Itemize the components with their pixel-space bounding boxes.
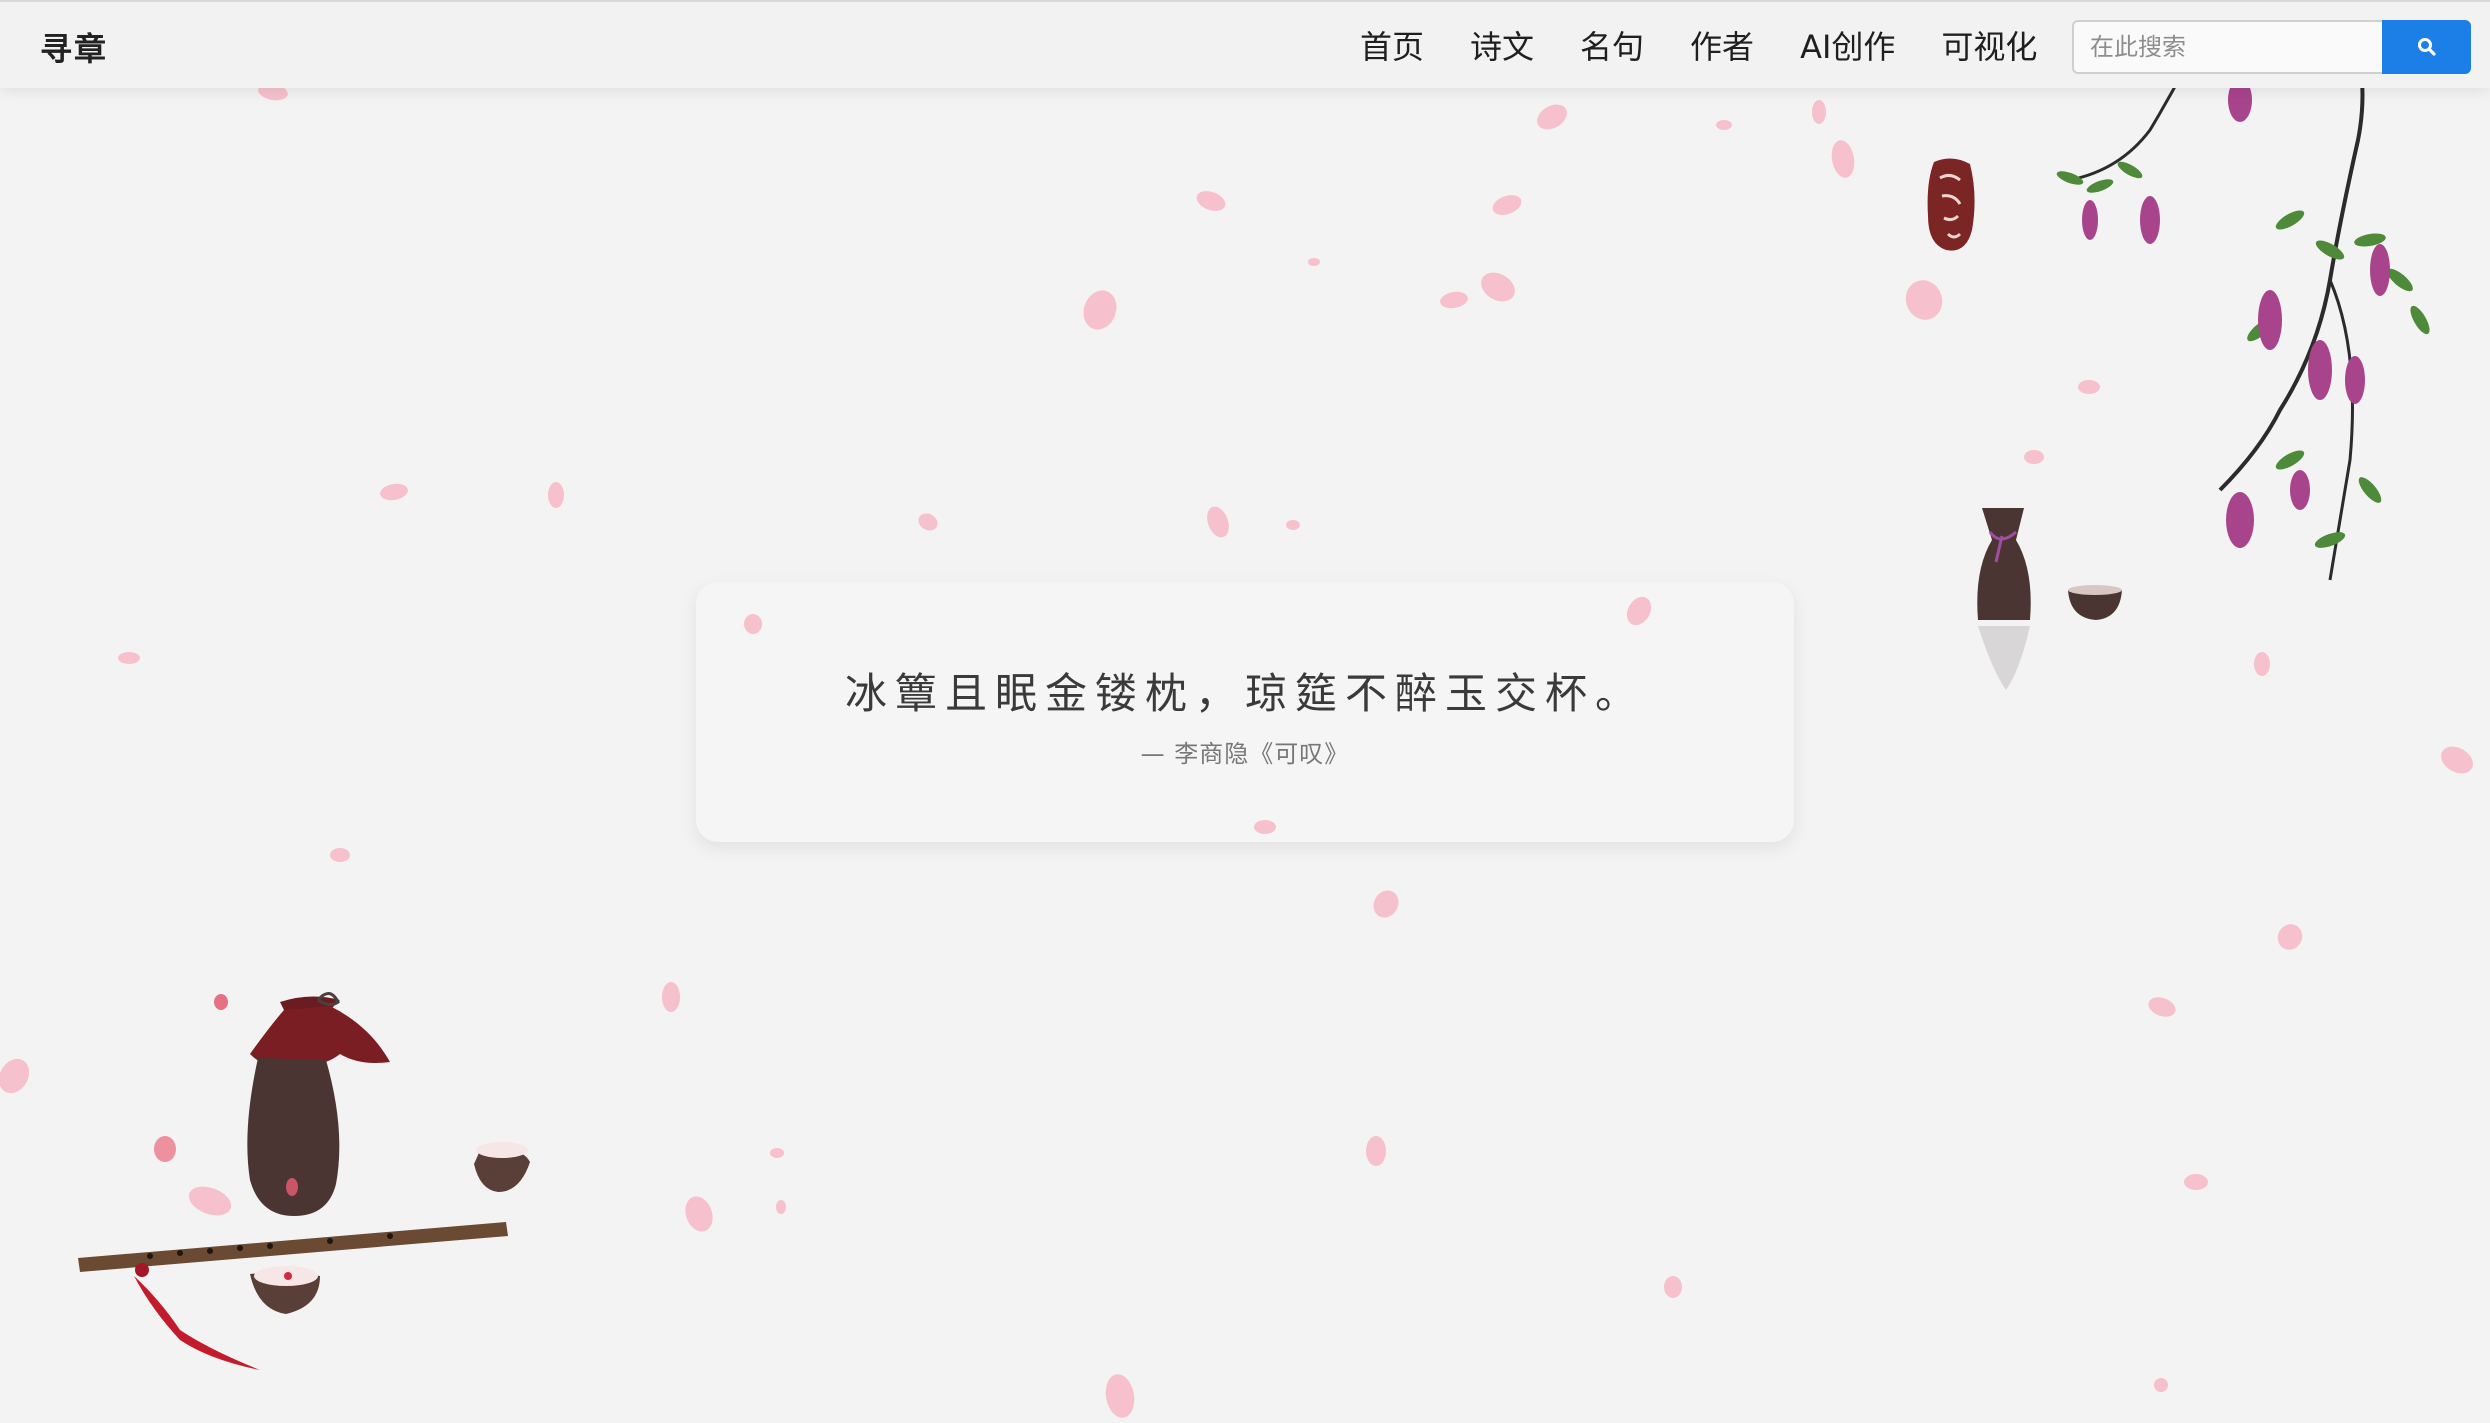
petal-decoration	[1664, 1276, 1682, 1298]
petal-decoration	[1368, 885, 1404, 923]
nav-item-poems[interactable]: 诗文	[1470, 22, 1534, 72]
petal-decoration	[378, 481, 410, 503]
red-seal-stamp-icon	[1927, 158, 1975, 251]
petal-decoration	[776, 1200, 786, 1214]
petal-decoration	[2024, 450, 2044, 464]
petal-decoration	[1438, 289, 1470, 311]
nav-menu: 首页 诗文 名句 作者 AI创作 可视化	[1360, 22, 2083, 72]
search-input[interactable]	[2072, 20, 2382, 74]
petal-decoration	[2145, 993, 2179, 1021]
petal-decoration	[2078, 380, 2100, 394]
search-button[interactable]	[2382, 20, 2471, 74]
search-bar	[2072, 20, 2471, 74]
petal-decoration	[2436, 741, 2478, 779]
petal-decoration	[0, 1053, 36, 1099]
petal-decoration	[1475, 266, 1521, 308]
quote-text[interactable]: 冰簟且眠金镂枕，琼筵不醉玉交杯。	[696, 660, 1794, 721]
petal-decoration	[1203, 503, 1233, 541]
petal-decoration	[118, 652, 140, 664]
petal-decoration	[286, 1178, 298, 1196]
nav-item-authors[interactable]: 作者	[1690, 22, 1754, 72]
petal-decoration	[154, 1136, 176, 1162]
nav-item-home[interactable]: 首页	[1360, 22, 1424, 72]
petal-decoration	[330, 848, 350, 862]
petal-decoration	[1254, 820, 1276, 834]
petal-decoration	[1102, 1371, 1138, 1421]
petal-decoration	[2254, 652, 2270, 676]
petal-decoration	[1900, 275, 1948, 325]
nav-item-famous-lines[interactable]: 名句	[1580, 22, 1644, 72]
petal-decoration	[2273, 919, 2307, 955]
petal-decoration	[744, 614, 762, 634]
petal-decoration	[1828, 138, 1858, 180]
petal-decoration	[662, 982, 680, 1012]
petal-decoration	[1286, 520, 1300, 530]
quote-source[interactable]: — 李商隐《可叹》	[696, 734, 1794, 769]
nav-item-ai-create[interactable]: AI创作	[1800, 22, 1895, 72]
search-icon	[2417, 38, 2436, 56]
petal-decoration	[1489, 191, 1525, 219]
petal-decoration	[214, 994, 228, 1010]
petal-decoration	[1078, 285, 1122, 335]
petal-decoration	[1193, 187, 1229, 215]
petal-decoration	[1532, 99, 1572, 135]
petal-decoration	[680, 1192, 718, 1236]
petal-decoration	[1716, 120, 1732, 130]
petal-decoration	[2154, 1378, 2168, 1392]
petal-decoration	[1812, 100, 1826, 124]
petal-decoration	[915, 510, 941, 534]
petal-decoration	[548, 482, 564, 508]
wine-vase-and-cup-icon	[1977, 508, 2122, 690]
brand-logo[interactable]: 寻章	[40, 24, 108, 70]
petal-decoration	[1308, 258, 1320, 266]
nav-item-visualization[interactable]: 可视化	[1941, 22, 2037, 72]
petal-decoration	[1366, 1136, 1386, 1166]
petal-decoration	[770, 1148, 784, 1158]
wine-jar-with-flute-icon	[78, 992, 530, 1370]
top-navbar: 寻章 首页 诗文 名句 作者 AI创作 可视化	[0, 0, 2490, 88]
petal-decoration	[2184, 1174, 2208, 1190]
